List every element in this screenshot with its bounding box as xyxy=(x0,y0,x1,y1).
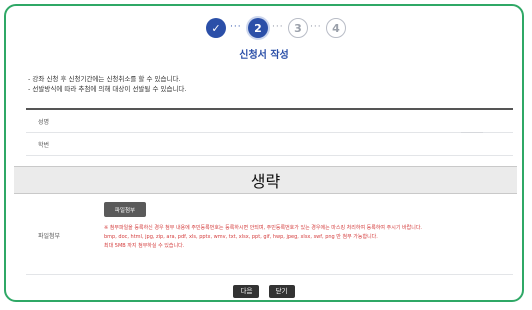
student-id-field[interactable] xyxy=(86,133,513,155)
step-3: 3 xyxy=(288,18,308,38)
student-id-label: 학번 xyxy=(38,141,50,149)
step-2-current: 2 xyxy=(248,18,268,38)
notice-item: - 강좌 신청 후 신청기간에는 신청취소를 할 수 있습니다. xyxy=(28,75,181,83)
step-1-done-icon: ✓ xyxy=(206,18,226,38)
table-row: 성명 xyxy=(26,110,513,133)
step-connector: ··· xyxy=(230,22,242,32)
attachment-notice-line: ※ 첨부파일을 등록하신 경우 첨부 내용에 주민등록번호는 등록하시면 안되며… xyxy=(104,225,423,231)
notice-list: - 강좌 신청 후 신청기간에는 신청취소를 할 수 있습니다. - 선발방식에… xyxy=(28,74,186,94)
table-row: 학번 xyxy=(26,133,513,156)
applicant-table: 성명 학번 xyxy=(26,108,513,156)
application-panel: ✓ ··· 2 ··· 3 ··· 4 신청서 작성 - 강좌 신청 후 신청기… xyxy=(4,4,524,302)
next-button[interactable]: 다음 xyxy=(233,285,260,298)
notice-item: - 선발방식에 따라 추첨에 의해 대상이 선발될 수 있습니다. xyxy=(28,85,187,93)
name-label: 성명 xyxy=(38,118,50,126)
name-field[interactable] xyxy=(86,110,513,132)
omitted-section-banner: 생략 xyxy=(14,166,517,194)
attachment-row: 파일첨부 파일첨부 ※ 첨부파일을 등록하신 경우 첨부 내용에 주민등록번호는… xyxy=(26,196,513,275)
action-buttons: 다음 닫기 xyxy=(6,278,522,298)
form-title: 신청서 작성 xyxy=(239,50,289,61)
progress-stepper: ✓ ··· 2 ··· 3 ··· 4 xyxy=(6,18,522,40)
step-connector: ··· xyxy=(272,22,284,32)
attachment-label: 파일첨부 xyxy=(38,232,61,240)
attach-file-button[interactable]: 파일첨부 xyxy=(104,202,146,217)
step-connector: ··· xyxy=(310,22,322,32)
attachment-notice-line: bmp, doc, html, jpg, zip, ara, pdf, xls,… xyxy=(104,234,378,240)
close-button[interactable]: 닫기 xyxy=(268,285,295,298)
attachment-notice: ※ 첨부파일을 등록하신 경우 첨부 내용에 주민등록번호는 등록하시면 안되며… xyxy=(104,224,507,251)
attachment-notice-line: 최대 5MB 까지 첨부하실 수 있습니다. xyxy=(104,243,185,249)
step-4: 4 xyxy=(326,18,346,38)
